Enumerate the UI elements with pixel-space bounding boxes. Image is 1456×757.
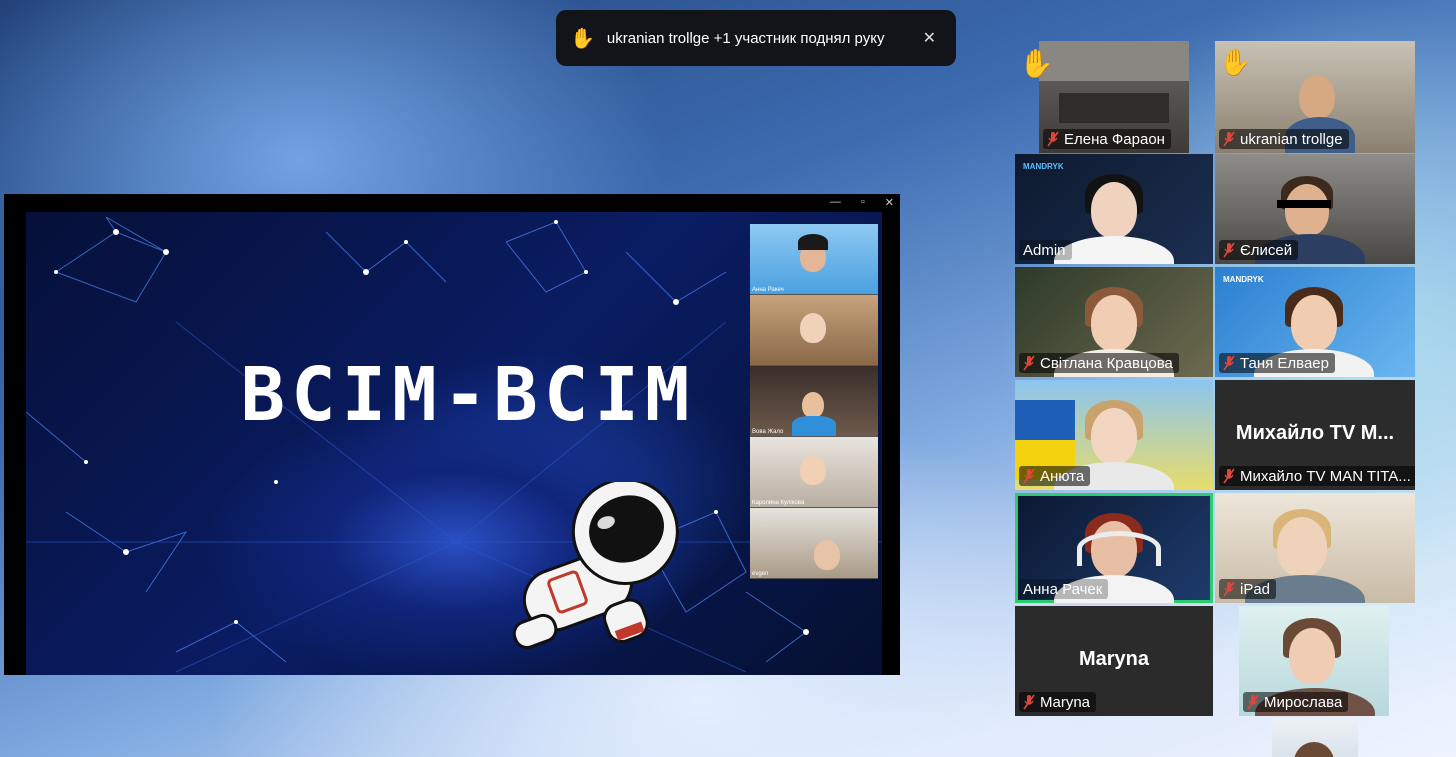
brand-logo: MANDRYK — [1223, 275, 1264, 284]
mini-participant-tile: evgen — [750, 508, 878, 578]
muted-mic-icon — [1023, 694, 1035, 710]
participant-tile-active-speaker[interactable]: Анна Рачек — [1015, 493, 1213, 603]
mini-participant-tile: Анна Ракеч — [750, 224, 878, 294]
participant-tile[interactable]: Елена Фараон — [1039, 41, 1189, 153]
participant-tile[interactable]: Світлана Кравцова — [1015, 267, 1213, 377]
participant-tile[interactable]: ✋ ukranian trollge — [1215, 41, 1415, 153]
muted-mic-icon — [1223, 581, 1235, 597]
muted-mic-icon — [1047, 131, 1059, 147]
participant-tile[interactable]: Єлисей — [1215, 154, 1415, 264]
partial-participant-tile[interactable] — [1272, 718, 1358, 757]
notification-message: ukranian trollge +1 участник поднял руку — [606, 29, 885, 47]
raised-hand-icon: ✋ — [1219, 47, 1252, 77]
participant-tile[interactable]: iPad — [1215, 493, 1415, 603]
shared-participant-strip: Анна Ракеч Вова Жало Каролина Кулікова e… — [750, 224, 878, 579]
muted-mic-icon — [1223, 355, 1235, 371]
brand-logo: MANDRYK — [1023, 162, 1064, 171]
muted-mic-icon — [1223, 468, 1235, 484]
shared-window-controls: — ▫ ✕ — [830, 196, 894, 209]
participant-name-label: Admin — [1019, 240, 1072, 260]
restore-icon: ▫ — [860, 196, 865, 208]
mini-participant-tile — [750, 295, 878, 365]
participant-name-label: ukranian trollge — [1219, 129, 1349, 149]
participant-tile[interactable]: MANDRYK Таня Елваер — [1215, 267, 1415, 377]
participant-name-label: Анюта — [1019, 466, 1091, 486]
participant-name-label: Мирослава — [1243, 692, 1349, 712]
close-icon[interactable]: ✕ — [917, 28, 942, 48]
participant-display-name: Михайло TV M... — [1235, 422, 1395, 444]
mini-participant-name: Каролина Кулікова — [752, 500, 805, 506]
slide-title: ВСІМ-ВСІМ — [240, 352, 696, 438]
muted-mic-icon — [1247, 694, 1259, 710]
participant-display-name: Maryna — [1078, 648, 1150, 670]
raise-hand-notification: ✋ ukranian trollge +1 участник поднял ру… — [556, 10, 956, 66]
participant-name-label: Єлисей — [1219, 240, 1299, 260]
participant-name-label: Таня Елваер — [1219, 353, 1335, 373]
mini-participant-tile: Вова Жало — [750, 366, 878, 436]
participant-tile[interactable]: Михайло TV M... Михайло TV MAN TITA... — [1215, 380, 1415, 490]
mini-participant-name: evgen — [752, 571, 769, 577]
participant-tile[interactable]: Maryna Maryna — [1015, 606, 1213, 716]
raised-hand-icon: ✋ — [1019, 48, 1054, 79]
participant-name-label: iPad — [1219, 579, 1277, 599]
muted-mic-icon — [1223, 242, 1235, 258]
mini-participant-name: Вова Жало — [752, 429, 784, 435]
participant-tile[interactable]: MANDRYK Admin — [1015, 154, 1213, 264]
muted-mic-icon — [1223, 131, 1235, 147]
minimize-icon: — — [829, 196, 841, 208]
participant-name-label: Елена Фараон — [1043, 129, 1171, 149]
participant-tile[interactable]: Мирослава — [1239, 606, 1389, 716]
astronaut-illustration — [512, 482, 679, 649]
muted-mic-icon — [1023, 355, 1035, 371]
participant-name-label: Анна Рачек — [1019, 579, 1109, 599]
muted-mic-icon — [1023, 468, 1035, 484]
mini-participant-tile: Каролина Кулікова — [750, 437, 878, 507]
raised-hand-icon: ✋ — [570, 27, 595, 50]
participant-name-label: Світлана Кравцова — [1019, 353, 1179, 373]
participant-tile[interactable]: Анюта — [1015, 380, 1213, 490]
close-window-icon: ✕ — [884, 197, 894, 209]
participant-name-label: Maryna — [1019, 692, 1097, 712]
participant-name-label: Михайло TV MAN TITA... — [1219, 466, 1415, 486]
shared-screen: — ▫ ✕ ВСІМ-ВСІМ Анна Ракеч Вова Жало Кар… — [4, 194, 900, 675]
mini-participant-name: Анна Ракеч — [752, 287, 784, 293]
